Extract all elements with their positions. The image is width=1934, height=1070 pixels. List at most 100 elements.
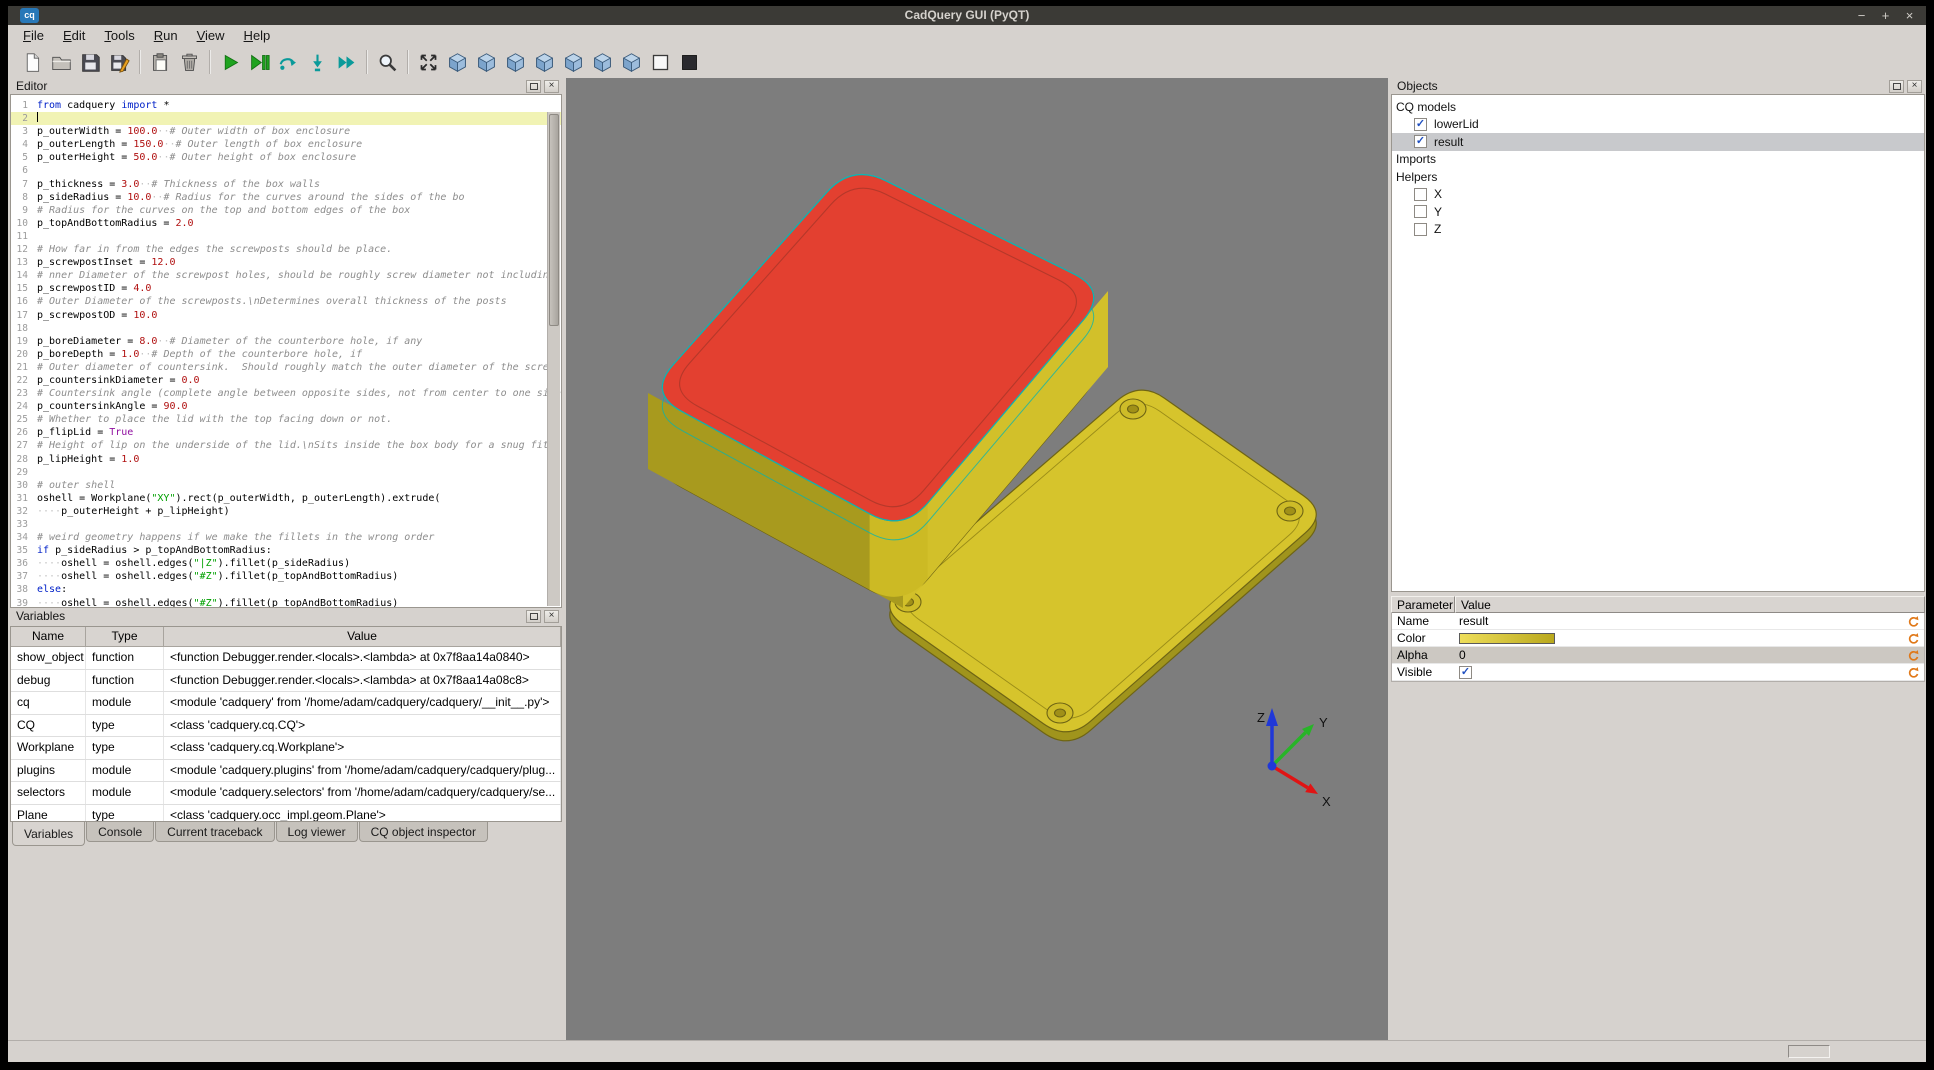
table-row[interactable]: CQtype<class 'cadquery.cq.CQ'> bbox=[11, 715, 561, 738]
tree-item-helpers[interactable]: Helpers bbox=[1392, 168, 1924, 186]
code-line[interactable]: 38else: bbox=[11, 583, 561, 596]
view-iso-button[interactable] bbox=[443, 48, 472, 76]
minimize-button[interactable]: − bbox=[1855, 8, 1868, 23]
checkbox[interactable] bbox=[1414, 205, 1427, 218]
code-line[interactable]: 5p_outerHeight = 50.0··# Outer height of… bbox=[11, 151, 561, 164]
view-right-button[interactable] bbox=[559, 48, 588, 76]
tab-cq-object-inspector[interactable]: CQ object inspector bbox=[359, 822, 488, 842]
code-line[interactable]: 2 bbox=[11, 112, 561, 125]
open-file-button[interactable] bbox=[47, 48, 76, 76]
viewport-3d[interactable]: Z Y X bbox=[566, 78, 1388, 1040]
view-left-button[interactable] bbox=[530, 48, 559, 76]
code-line[interactable]: 39····oshell = oshell.edges("#Z").fillet… bbox=[11, 597, 561, 608]
menu-file[interactable]: File bbox=[14, 26, 54, 45]
tree-item-y[interactable]: Y bbox=[1392, 203, 1924, 221]
column-header-value[interactable]: Value bbox=[164, 627, 561, 647]
checkbox[interactable] bbox=[1414, 188, 1427, 201]
code-line[interactable]: 11 bbox=[11, 230, 561, 243]
code-editor[interactable]: 1from cadquery import *23p_outerWidth = … bbox=[10, 94, 562, 608]
maximize-button[interactable]: + bbox=[1879, 8, 1892, 23]
code-line[interactable]: 37····oshell = oshell.edges("#Z").fillet… bbox=[11, 570, 561, 583]
wireframe-button[interactable] bbox=[646, 48, 675, 76]
code-line[interactable]: 14# nner Diameter of the screwpost holes… bbox=[11, 269, 561, 282]
table-row[interactable]: cqmodule<module 'cadquery' from '/home/a… bbox=[11, 692, 561, 715]
table-row[interactable]: Planetype<class 'cadquery.occ_impl.geom.… bbox=[11, 805, 561, 823]
tab-variables[interactable]: Variables bbox=[12, 822, 85, 846]
status-size-grip[interactable] bbox=[1788, 1045, 1830, 1058]
code-line[interactable]: 18 bbox=[11, 322, 561, 335]
view-bottom-button[interactable] bbox=[617, 48, 646, 76]
tree-item-z[interactable]: Z bbox=[1392, 221, 1924, 239]
code-line[interactable]: 19p_boreDiameter = 8.0··# Diameter of th… bbox=[11, 335, 561, 348]
column-header-type[interactable]: Type bbox=[86, 627, 164, 647]
close-panel-button[interactable]: × bbox=[544, 80, 559, 93]
reset-button[interactable] bbox=[1902, 615, 1924, 628]
fit-view-button[interactable] bbox=[414, 48, 443, 76]
code-line[interactable]: 1from cadquery import * bbox=[11, 99, 561, 112]
continue-button[interactable] bbox=[332, 48, 361, 76]
scrollbar-thumb[interactable] bbox=[549, 114, 559, 326]
reset-button[interactable] bbox=[1902, 649, 1924, 662]
float-panel-button[interactable] bbox=[1889, 80, 1904, 93]
code-line[interactable]: 9# Radius for the curves on the top and … bbox=[11, 204, 561, 217]
code-line[interactable]: 12# How far in from the edges the screwp… bbox=[11, 243, 561, 256]
float-panel-button[interactable] bbox=[526, 80, 541, 93]
step-into-button[interactable] bbox=[303, 48, 332, 76]
close-panel-button[interactable]: × bbox=[544, 610, 559, 623]
close-panel-button[interactable]: × bbox=[1907, 80, 1922, 93]
code-line[interactable]: 22p_countersinkDiameter = 0.0 bbox=[11, 374, 561, 387]
table-row[interactable]: pluginsmodule<module 'cadquery.plugins' … bbox=[11, 760, 561, 783]
tab-console[interactable]: Console bbox=[86, 822, 154, 842]
code-line[interactable]: 35if p_sideRadius > p_topAndBottomRadius… bbox=[11, 544, 561, 557]
code-line[interactable]: 26p_flipLid = True bbox=[11, 426, 561, 439]
tree-item-result[interactable]: ✓result bbox=[1392, 133, 1924, 151]
view-back-button[interactable] bbox=[501, 48, 530, 76]
render-button[interactable] bbox=[216, 48, 245, 76]
param-row-color[interactable]: Color bbox=[1392, 630, 1924, 647]
code-line[interactable]: 30# outer shell bbox=[11, 479, 561, 492]
code-line[interactable]: 8p_sideRadius = 10.0··# Radius for the c… bbox=[11, 191, 561, 204]
float-panel-button[interactable] bbox=[526, 610, 541, 623]
debug-button[interactable] bbox=[245, 48, 274, 76]
tree-item-x[interactable]: X bbox=[1392, 186, 1924, 204]
table-row[interactable]: Workplanetype<class 'cadquery.cq.Workpla… bbox=[11, 737, 561, 760]
zoom-button[interactable] bbox=[373, 48, 402, 76]
menu-run[interactable]: Run bbox=[145, 26, 188, 45]
tree-item-lowerlid[interactable]: ✓lowerLid bbox=[1392, 116, 1924, 134]
code-line[interactable]: 29 bbox=[11, 466, 561, 479]
menu-tools[interactable]: Tools bbox=[95, 26, 144, 45]
checkbox[interactable]: ✓ bbox=[1414, 118, 1427, 131]
table-row[interactable]: debugfunction<function Debugger.render.<… bbox=[11, 670, 561, 693]
code-line[interactable]: 6 bbox=[11, 164, 561, 177]
code-line[interactable]: 16# Outer Diameter of the screwposts.\nD… bbox=[11, 295, 561, 308]
menu-help[interactable]: Help bbox=[235, 26, 281, 45]
code-line[interactable]: 13p_screwpostInset = 12.0 bbox=[11, 256, 561, 269]
reset-button[interactable] bbox=[1902, 632, 1924, 645]
editor-scrollbar[interactable] bbox=[547, 112, 560, 606]
delete-button[interactable] bbox=[175, 48, 204, 76]
view-top-button[interactable] bbox=[588, 48, 617, 76]
param-row-visible[interactable]: Visible✓ bbox=[1392, 664, 1924, 681]
checkbox[interactable] bbox=[1414, 223, 1427, 236]
color-swatch[interactable] bbox=[1459, 633, 1555, 644]
code-line[interactable]: 23# Countersink angle (complete angle be… bbox=[11, 387, 561, 400]
copy-button[interactable] bbox=[146, 48, 175, 76]
shaded-button[interactable] bbox=[675, 48, 704, 76]
column-header-name[interactable]: Name bbox=[11, 627, 86, 647]
reset-button[interactable] bbox=[1902, 666, 1924, 679]
code-line[interactable]: 27# Height of lip on the underside of th… bbox=[11, 439, 561, 452]
code-line[interactable]: 21# Outer diameter of countersink. Shoul… bbox=[11, 361, 561, 374]
code-line[interactable]: 33 bbox=[11, 518, 561, 531]
code-line[interactable]: 7p_thickness = 3.0··# Thickness of the b… bbox=[11, 178, 561, 191]
code-line[interactable]: 31oshell = Workplane("XY").rect(p_outerW… bbox=[11, 492, 561, 505]
code-line[interactable]: 36····oshell = oshell.edges("|Z").fillet… bbox=[11, 557, 561, 570]
save-as-button[interactable] bbox=[105, 48, 134, 76]
table-row[interactable]: selectorsmodule<module 'cadquery.selecto… bbox=[11, 782, 561, 805]
view-front-button[interactable] bbox=[472, 48, 501, 76]
code-line[interactable]: 10p_topAndBottomRadius = 2.0 bbox=[11, 217, 561, 230]
tab-current-traceback[interactable]: Current traceback bbox=[155, 822, 274, 842]
code-line[interactable]: 20p_boreDepth = 1.0··# Depth of the coun… bbox=[11, 348, 561, 361]
step-over-button[interactable] bbox=[274, 48, 303, 76]
code-line[interactable]: 17p_screwpostOD = 10.0 bbox=[11, 309, 561, 322]
code-line[interactable]: 32····p_outerHeight + p_lipHeight) bbox=[11, 505, 561, 518]
